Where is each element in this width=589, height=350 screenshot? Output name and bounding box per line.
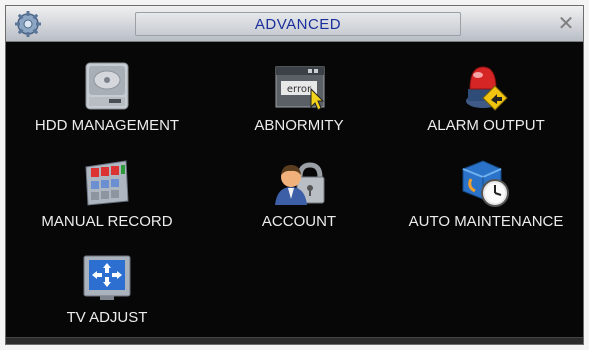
menu-item-label: AUTO MAINTENANCE [408, 213, 564, 230]
hard-disk-icon [85, 62, 129, 110]
window-title: ADVANCED [254, 15, 342, 33]
menu-item-abnormity[interactable]: error ABNORMITY [204, 61, 394, 143]
bottom-bar [6, 337, 583, 344]
menu-item-tv-adjust[interactable]: TV ADJUST [12, 253, 202, 335]
menu-item-label: TV ADJUST [66, 309, 148, 326]
menu-item-alarm-output[interactable]: ALARM OUTPUT [391, 61, 581, 143]
menu-item-label: HDD MANAGEMENT [34, 117, 180, 134]
alarm-light-icon [466, 66, 508, 111]
gear-icon [15, 11, 41, 37]
advanced-dialog: ADVANCED ✕ HDD MANAGEMENT error ABNORMIT… [5, 5, 584, 345]
error-window-icon: error [275, 66, 325, 111]
tv-arrows-icon [83, 255, 131, 300]
menu-item-label: ABNORMITY [254, 117, 344, 134]
menu-item-label: ALARM OUTPUT [427, 117, 545, 134]
title-bar: ADVANCED ✕ [6, 6, 583, 42]
menu-item-label: ACCOUNT [261, 213, 337, 230]
menu-item-hdd-management[interactable]: HDD MANAGEMENT [12, 61, 202, 143]
menu-item-manual-record[interactable]: MANUAL RECORD [12, 157, 202, 239]
record-panel-icon [85, 160, 129, 206]
close-icon[interactable]: ✕ [556, 13, 576, 33]
user-lock-icon [275, 162, 325, 205]
title-panel: ADVANCED [135, 12, 461, 36]
menu-item-account[interactable]: ACCOUNT [204, 157, 394, 239]
svg-text:error: error [287, 84, 312, 95]
menu-grid: HDD MANAGEMENT error ABNORMITY ALARM OUT… [6, 42, 583, 340]
maintenance-clock-icon [462, 160, 509, 207]
menu-item-label: MANUAL RECORD [41, 213, 173, 230]
menu-item-auto-maintenance[interactable]: AUTO MAINTENANCE [391, 157, 581, 239]
